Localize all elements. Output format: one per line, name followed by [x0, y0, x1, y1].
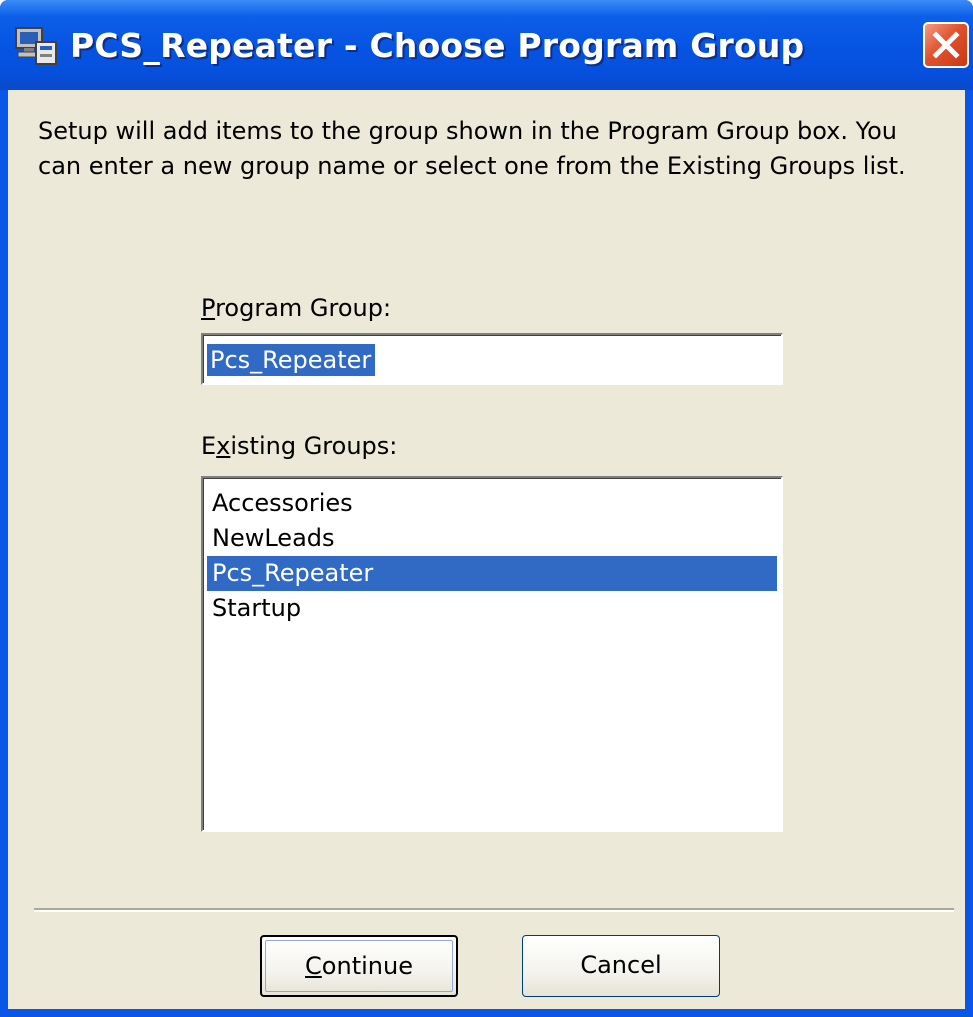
existing-groups-label-accesskey: x [216, 432, 231, 460]
setup-computer-icon [15, 27, 57, 65]
dialog-window: PCS_Repeater - Choose Program Group Setu… [0, 0, 973, 1017]
program-group-label: Program Group: [201, 294, 392, 322]
existing-groups-list[interactable]: Accessories NewLeads Pcs_Repeater Startu… [201, 476, 783, 832]
program-group-label-accesskey: P [201, 294, 216, 322]
continue-accesskey: C [305, 952, 322, 980]
program-group-input[interactable]: Pcs_Repeater [201, 333, 783, 385]
list-item[interactable]: Startup [207, 591, 777, 626]
program-group-input-value[interactable]: Pcs_Repeater [207, 344, 376, 376]
cancel-button[interactable]: Cancel [522, 935, 720, 997]
close-button[interactable] [923, 22, 969, 68]
list-item[interactable]: NewLeads [207, 521, 777, 556]
existing-groups-label: Existing Groups: [201, 432, 398, 460]
title-bar[interactable]: PCS_Repeater - Choose Program Group [0, 0, 973, 90]
close-icon [932, 31, 960, 59]
intro-text: Setup will add items to the group shown … [38, 117, 906, 180]
continue-button[interactable]: Continue [260, 935, 458, 997]
dialog-body: Setup will add items to the group shown … [8, 90, 965, 1009]
window-title: PCS_Repeater - Choose Program Group [70, 26, 805, 65]
separator [34, 908, 954, 912]
list-item[interactable]: Accessories [207, 486, 777, 521]
list-item-selected[interactable]: Pcs_Repeater [207, 556, 777, 591]
